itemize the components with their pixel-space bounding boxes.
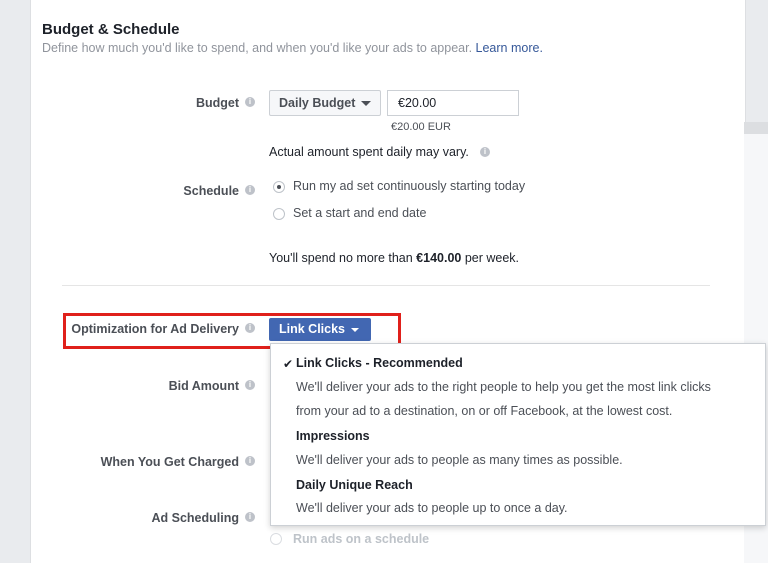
info-icon[interactable]: i <box>245 185 255 195</box>
caret-down-icon <box>351 328 359 332</box>
section-divider <box>62 285 710 286</box>
schedule-label: Schedule <box>183 184 239 198</box>
info-icon[interactable]: i <box>245 323 255 333</box>
info-icon[interactable]: i <box>245 512 255 522</box>
when-charged-label: When You Get Charged <box>100 455 239 469</box>
bid-amount-label: Bid Amount <box>168 379 239 393</box>
learn-more-link[interactable]: Learn more. <box>476 41 543 55</box>
optimization-menu: ✔ Link Clicks - Recommended We'll delive… <box>270 343 766 526</box>
budget-type-dropdown[interactable]: Daily Budget <box>269 90 381 116</box>
info-icon[interactable]: i <box>245 456 255 466</box>
section-title: Budget & Schedule <box>42 21 180 38</box>
weekly-spend-amount: €140.00 <box>416 251 462 265</box>
menu-option-impressions[interactable]: Impressions <box>296 429 370 443</box>
budget-vary-note: Actual amount spent daily may vary. <box>269 145 469 159</box>
menu-option-daily-unique-reach[interactable]: Daily Unique Reach <box>296 478 413 492</box>
menu-option-link-clicks[interactable]: Link Clicks - Recommended <box>296 356 463 370</box>
ad-scheduling-label: Ad Scheduling <box>151 511 240 525</box>
info-icon[interactable]: i <box>245 380 255 390</box>
info-icon[interactable]: i <box>245 97 255 107</box>
schedule-continuous-label: Run my ad set continuously starting toda… <box>293 179 526 193</box>
section-subtitle: Define how much you'd like to spend, and… <box>42 41 543 55</box>
checkmark-icon: ✔ <box>283 357 294 371</box>
section-subtitle-text: Define how much you'd like to spend, and… <box>42 41 473 55</box>
schedule-start-end-radio[interactable] <box>273 208 285 220</box>
run-on-schedule-label: Run ads on a schedule <box>293 532 430 546</box>
optimization-selected: Link Clicks <box>279 322 345 336</box>
budget-label: Budget <box>195 96 239 110</box>
run-on-schedule-radio[interactable] <box>270 533 282 545</box>
info-icon[interactable]: i <box>480 147 490 157</box>
weekly-spend-suffix: per week. <box>461 251 520 265</box>
budget-type-selected: Daily Budget <box>279 96 356 110</box>
weekly-spend-prefix: You'll spend no more than <box>269 251 417 265</box>
weekly-spend-note: You'll spend no more than €140.00 per we… <box>269 251 519 265</box>
budget-amount-input[interactable]: €20.00 <box>387 90 519 116</box>
caret-down-icon <box>361 101 371 106</box>
menu-option-impressions-desc[interactable]: We'll deliver your ads to people as many… <box>296 453 623 467</box>
menu-option-link-clicks-desc[interactable]: We'll deliver your ads to the right peop… <box>296 380 711 394</box>
menu-option-link-clicks-desc[interactable]: from your ad to a destination, on or off… <box>296 404 672 418</box>
optimization-dropdown-button[interactable]: Link Clicks <box>269 318 371 341</box>
budget-amount-note: €20.00 EUR <box>391 121 451 133</box>
optimization-label: Optimization for Ad Delivery <box>71 322 239 336</box>
side-divider <box>744 122 768 134</box>
schedule-continuous-radio[interactable] <box>273 181 285 193</box>
schedule-start-end-label: Set a start and end date <box>293 206 427 220</box>
menu-option-daily-unique-reach-desc[interactable]: We'll deliver your ads to people up to o… <box>296 501 568 515</box>
